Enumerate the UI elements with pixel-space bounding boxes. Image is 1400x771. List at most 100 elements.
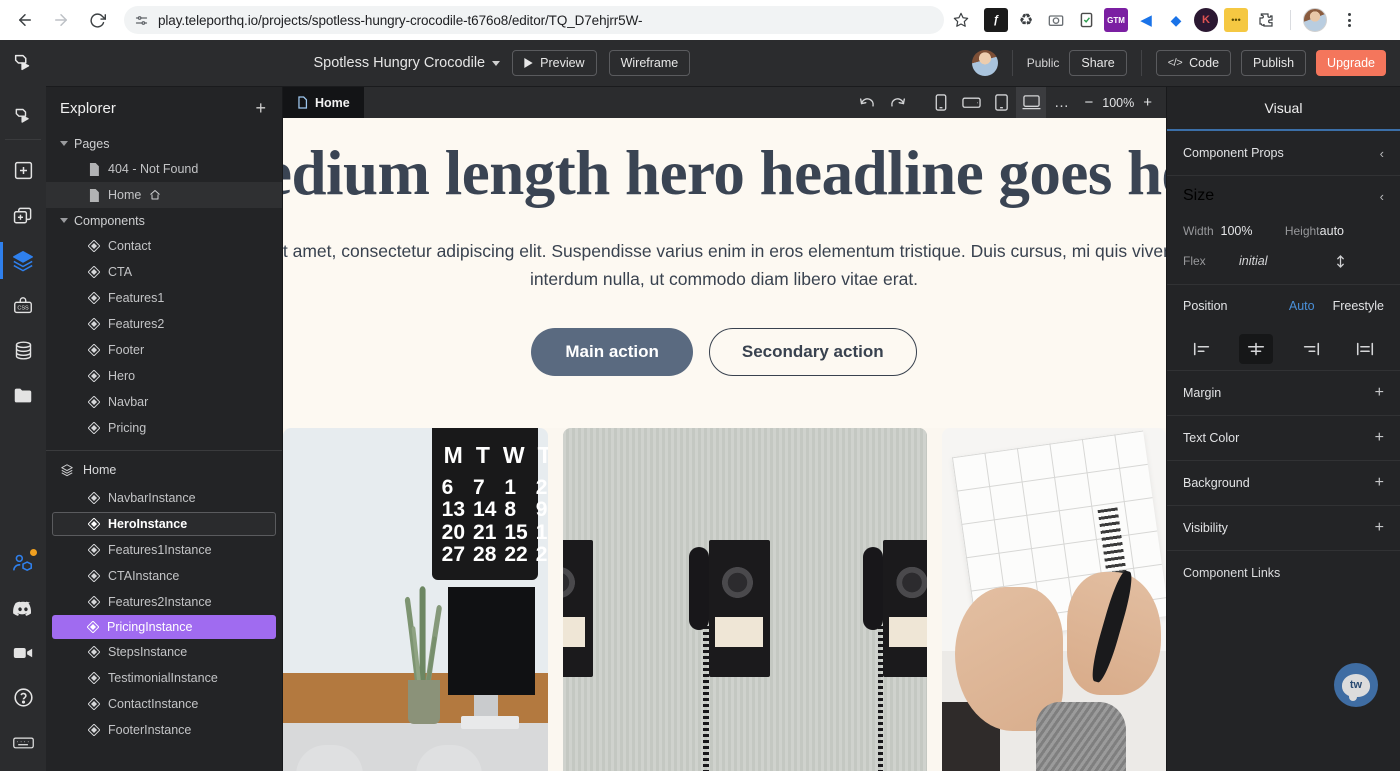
component-item-pricing[interactable]: Pricing (46, 415, 282, 441)
background-add-button[interactable]: + (1375, 475, 1384, 491)
canvas-preview[interactable]: Medium length hero headline goes here Lo… (283, 118, 1166, 771)
chevron-left-icon[interactable]: ‹ (1380, 146, 1384, 161)
share-button[interactable]: Share (1069, 50, 1127, 76)
flex-input[interactable]: initial (1239, 254, 1335, 268)
collaborators-icon[interactable] (0, 540, 46, 585)
align-left-button[interactable] (1185, 334, 1219, 364)
video-icon[interactable] (0, 630, 46, 675)
undo-icon[interactable] (852, 87, 882, 118)
tag-extension-icon[interactable]: ◀ (1134, 8, 1158, 32)
tree-section-home[interactable]: Home (46, 455, 282, 485)
project-name-dropdown[interactable]: Spotless Hungry Crocodile (313, 55, 501, 71)
tablet-view-button[interactable] (986, 87, 1016, 118)
notes-extension-icon[interactable]: ••• (1224, 8, 1248, 32)
position-auto-button[interactable]: Auto (1289, 299, 1315, 313)
component-item-contact[interactable]: Contact (46, 233, 282, 259)
align-right-button[interactable] (1294, 334, 1328, 364)
cursor-pointer-icon[interactable] (5, 95, 41, 140)
more-options-button[interactable]: … (1046, 87, 1076, 118)
wireframe-button[interactable]: Wireframe (608, 50, 691, 76)
forward-arrow-icon[interactable] (46, 5, 76, 35)
canvas-page-tab[interactable]: Home (283, 87, 364, 118)
size-section-header[interactable]: Size ‹ (1167, 176, 1400, 216)
instance-item-steps[interactable]: StepsInstance (46, 639, 282, 665)
instance-item-cta[interactable]: CTAInstance (46, 563, 282, 589)
height-input[interactable]: auto (1320, 224, 1384, 238)
instance-item-features2[interactable]: Features2Instance (46, 589, 282, 615)
components-group-header[interactable]: Components (46, 208, 282, 233)
secondary-action-button[interactable]: Secondary action (708, 328, 917, 377)
instance-item-hero[interactable]: HeroInstance (52, 512, 276, 536)
tablet-landscape-view-button[interactable] (956, 87, 986, 118)
text-color-add-button[interactable]: + (1375, 430, 1384, 446)
component-item-features2[interactable]: Features2 (46, 311, 282, 337)
background-section[interactable]: Background + (1167, 461, 1400, 506)
reload-icon[interactable] (82, 5, 112, 35)
diamond-extension-icon[interactable]: ◆ (1164, 8, 1188, 32)
k-extension-icon[interactable]: K (1194, 8, 1218, 32)
code-button[interactable]: </> Code (1155, 50, 1232, 76)
teleporthq-logo[interactable] (0, 39, 46, 87)
layers-icon[interactable] (0, 238, 46, 283)
upgrade-button[interactable]: Upgrade (1316, 50, 1386, 76)
profile-avatar[interactable] (1303, 8, 1327, 32)
publish-button[interactable]: Publish (1241, 50, 1307, 76)
user-avatar[interactable] (971, 50, 998, 76)
office-desk-photo[interactable]: M T W T 6132027 7142128 181522 291623 (283, 428, 549, 771)
main-action-button[interactable]: Main action (531, 328, 693, 377)
hands-planner-photo[interactable] (941, 428, 1166, 771)
zoom-out-button[interactable]: − (1084, 95, 1093, 110)
instance-item-footer[interactable]: FooterInstance (46, 717, 282, 743)
component-links-section[interactable]: Component Links (1167, 551, 1400, 595)
desktop-view-button[interactable] (1016, 87, 1047, 118)
component-item-footer[interactable]: Footer (46, 337, 282, 363)
margin-add-button[interactable]: + (1375, 385, 1384, 401)
instance-item-testimonial[interactable]: TestimonialInstance (46, 665, 282, 691)
instance-item-contact[interactable]: ContactInstance (46, 691, 282, 717)
preview-button[interactable]: Preview (512, 50, 597, 76)
component-props-section[interactable]: Component Props ‹ (1167, 131, 1400, 176)
position-freestyle-button[interactable]: Freestyle (1333, 299, 1384, 313)
page-item-404[interactable]: 404 - Not Found (46, 156, 282, 182)
visibility-section[interactable]: Visibility + (1167, 506, 1400, 551)
vintage-payphones-photo[interactable] (563, 428, 927, 771)
discord-icon[interactable] (0, 585, 46, 630)
margin-section[interactable]: Margin + (1167, 371, 1400, 416)
recycle-extension-icon[interactable]: ♻ (1014, 8, 1038, 32)
component-item-navbar[interactable]: Navbar (46, 389, 282, 415)
pages-group-header[interactable]: Pages (46, 131, 282, 156)
instance-item-features1[interactable]: Features1Instance (46, 537, 282, 563)
text-color-section[interactable]: Text Color + (1167, 416, 1400, 461)
visibility-add-button[interactable]: + (1375, 520, 1384, 536)
star-icon[interactable] (948, 7, 974, 33)
back-arrow-icon[interactable] (10, 5, 40, 35)
add-element-icon[interactable] (0, 148, 46, 193)
address-bar[interactable]: play.teleporthq.io/projects/spotless-hun… (124, 6, 944, 34)
redo-icon[interactable] (882, 87, 912, 118)
width-input[interactable]: 100% (1221, 224, 1285, 238)
puzzle-extension-icon[interactable] (1254, 8, 1278, 32)
page-item-home[interactable]: Home (46, 182, 282, 208)
zoom-in-button[interactable]: + (1143, 95, 1152, 110)
hero-section[interactable]: Medium length hero headline goes here Lo… (283, 118, 1166, 429)
camera-extension-icon[interactable] (1044, 8, 1068, 32)
css-icon[interactable]: CSS (0, 283, 46, 328)
chat-widget[interactable]: tw (1334, 663, 1378, 707)
database-icon[interactable] (0, 328, 46, 373)
align-center-button[interactable] (1239, 333, 1274, 364)
site-settings-icon[interactable] (134, 13, 149, 28)
kebab-menu-icon[interactable] (1337, 8, 1361, 32)
component-item-cta[interactable]: CTA (46, 259, 282, 285)
instance-item-navbar[interactable]: NavbarInstance (46, 485, 282, 511)
fx-extension-icon[interactable]: ƒ (984, 8, 1008, 32)
gtm-extension-icon[interactable]: GTM (1104, 8, 1128, 32)
help-icon[interactable] (0, 675, 46, 720)
component-item-hero[interactable]: Hero (46, 363, 282, 389)
assets-folder-icon[interactable] (0, 373, 46, 418)
keyboard-shortcuts-icon[interactable] (0, 720, 46, 765)
chevron-left-icon[interactable]: ‹ (1380, 189, 1384, 204)
align-stretch-button[interactable] (1348, 334, 1382, 364)
add-page-icon[interactable] (0, 193, 46, 238)
instance-item-pricing[interactable]: PricingInstance (52, 615, 276, 639)
checkmark-extension-icon[interactable] (1074, 8, 1098, 32)
